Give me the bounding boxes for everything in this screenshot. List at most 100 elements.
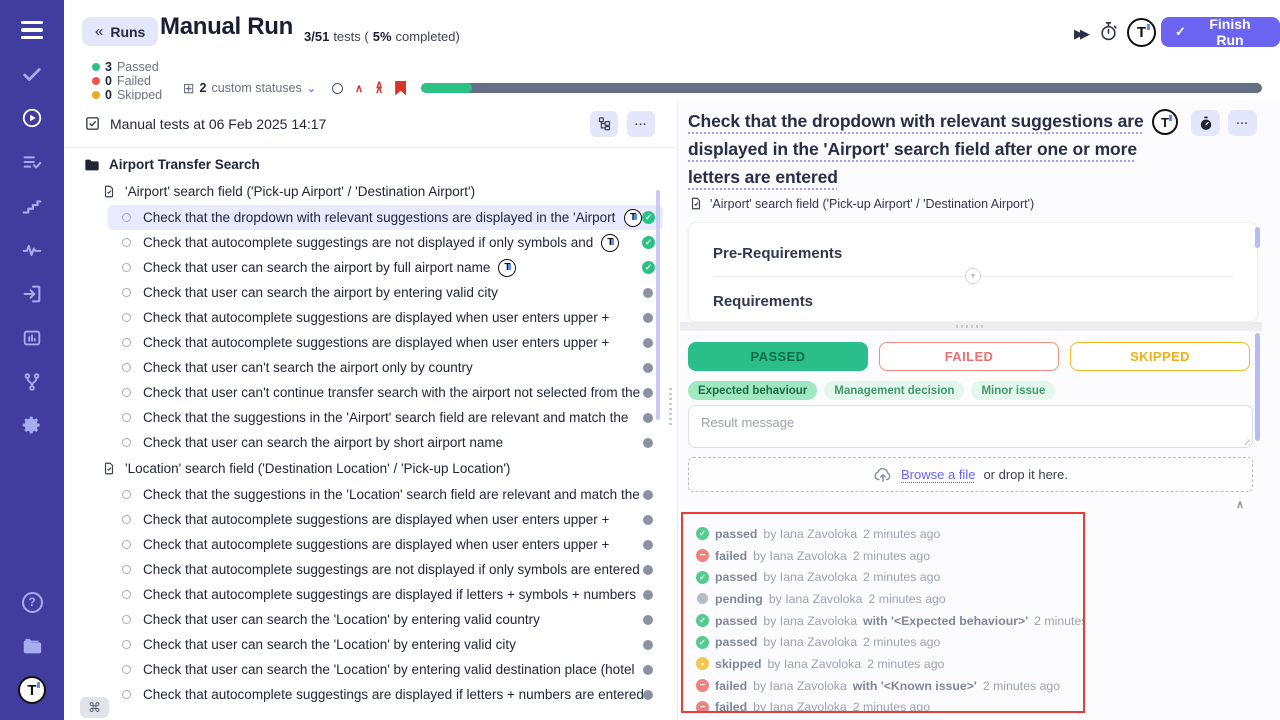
document-icon	[689, 196, 703, 211]
test-radio-icon[interactable]	[122, 263, 131, 272]
tests-check-icon[interactable]	[12, 54, 52, 94]
drop-hint-label: or drop it here.	[983, 467, 1068, 482]
test-radio-icon[interactable]	[122, 438, 131, 447]
branch-icon[interactable]	[12, 362, 52, 402]
test-status-icon	[643, 490, 653, 500]
priority-up-icon[interactable]: ∧	[355, 82, 363, 95]
tree-test-row[interactable]: Check that user can't search the airport…	[108, 355, 663, 380]
tree-test-row[interactable]: Check that autocomplete suggestings are …	[108, 230, 663, 255]
fast-forward-icon[interactable]: ▶▶	[1074, 26, 1086, 42]
file-dropzone[interactable]: Browse a file or drop it here.	[688, 457, 1253, 492]
custom-statuses-toggle[interactable]: ⊞ 2 custom statuses ⌄	[183, 80, 316, 97]
result-tag[interactable]: Minor issue	[971, 381, 1055, 400]
test-title[interactable]: Check that the dropdown with relevant su…	[688, 107, 1170, 191]
skipped-button[interactable]: SKIPPED	[1070, 342, 1250, 371]
test-radio-icon[interactable]	[122, 665, 131, 674]
finish-run-button[interactable]: ✓ Finish Run	[1161, 17, 1280, 47]
tree-folder-row[interactable]: Airport Transfer Search	[64, 151, 677, 178]
test-suite-breadcrumb[interactable]: 'Airport' search field ('Pick-up Airport…	[689, 196, 1034, 211]
tree-view-button[interactable]	[590, 111, 618, 137]
tree-test-row[interactable]: Check that autocomplete suggestions are …	[108, 507, 663, 532]
detail-resize-strip[interactable]	[680, 322, 1262, 331]
testomat-logo[interactable]: T	[12, 670, 52, 710]
tests-count: 3/51	[304, 29, 329, 44]
testomat-header-logo[interactable]: T	[1127, 18, 1156, 47]
page-title: Manual Run	[160, 13, 293, 41]
tree-test-row[interactable]: Check that autocomplete suggestings are …	[108, 682, 663, 707]
tree-more-button[interactable]: ...	[627, 111, 655, 137]
back-to-runs-button[interactable]: « Runs	[82, 17, 158, 46]
test-radio-icon[interactable]	[122, 338, 131, 347]
result-tag[interactable]: Management decision	[824, 381, 964, 400]
test-radio-icon[interactable]	[122, 313, 131, 322]
stopwatch-icon[interactable]	[1099, 21, 1118, 42]
activity-entry: passed by Iana Zavoloka with '<Expected …	[696, 610, 1083, 632]
tree-test-row[interactable]: Check that the dropdown with relevant su…	[108, 205, 663, 230]
detail-scrollbar-bottom[interactable]	[1255, 333, 1260, 441]
test-plans-icon[interactable]	[12, 142, 52, 182]
test-radio-icon[interactable]	[122, 413, 131, 422]
test-radio-icon[interactable]	[122, 515, 131, 524]
tree-test-row[interactable]: Check that user can search the airport b…	[108, 255, 663, 280]
tree-test-row[interactable]: Check that autocomplete suggestings are …	[108, 557, 663, 582]
test-radio-icon[interactable]	[122, 615, 131, 624]
run-play-icon[interactable]	[12, 98, 52, 138]
test-radio-icon[interactable]	[122, 490, 131, 499]
run-progress-bar[interactable]	[421, 83, 1262, 93]
timer-button[interactable]	[1191, 110, 1220, 136]
tree-test-row[interactable]: Check that user can't continue transfer …	[108, 380, 663, 405]
double-chevron-left-icon: «	[95, 23, 103, 40]
result-tag[interactable]: Expected behaviour	[688, 381, 817, 400]
test-status-icon	[643, 590, 653, 600]
passed-button[interactable]: PASSED	[688, 342, 868, 371]
test-radio-icon[interactable]	[122, 388, 131, 397]
tree-test-row[interactable]: Check that autocomplete suggestions are …	[108, 305, 663, 330]
tree-test-row[interactable]: Check that user can search the 'Location…	[108, 607, 663, 632]
tree-test-row[interactable]: Check that autocomplete suggestions are …	[108, 330, 663, 355]
tree-test-row[interactable]: Check that the suggestions in the 'Locat…	[108, 482, 663, 507]
import-icon[interactable]	[12, 274, 52, 314]
test-status-icon	[643, 413, 653, 423]
tree-test-row[interactable]: Check that the suggestions in the 'Airpo…	[108, 405, 663, 430]
test-radio-icon[interactable]	[122, 565, 131, 574]
test-radio-icon[interactable]	[122, 363, 131, 372]
browse-file-link[interactable]: Browse a file	[901, 467, 975, 482]
tree-test-row[interactable]: Check that user can search the airport b…	[108, 430, 663, 455]
tree-test-row[interactable]: Check that autocomplete suggestions are …	[108, 532, 663, 557]
milestones-steps-icon[interactable]	[12, 186, 52, 226]
collapse-section-icon[interactable]: ▼	[965, 268, 981, 284]
help-icon[interactable]: ?	[12, 582, 52, 622]
tree-test-row[interactable]: Check that user can search the airport b…	[108, 280, 663, 305]
failed-button[interactable]: FAILED	[879, 342, 1059, 371]
result-message-input[interactable]	[688, 405, 1253, 448]
test-radio-icon[interactable]	[122, 213, 131, 222]
test-more-button[interactable]: ...	[1228, 110, 1257, 136]
test-status-icon	[643, 313, 653, 323]
panel-resize-handle[interactable]	[669, 388, 672, 426]
back-to-runs-label: Runs	[110, 24, 145, 40]
detail-scrollbar-top[interactable]	[1255, 227, 1260, 248]
tree-test-row[interactable]: Check that user can search the 'Location…	[108, 632, 663, 657]
pulse-icon[interactable]	[12, 230, 52, 270]
test-radio-icon[interactable]	[122, 640, 131, 649]
ellipsis-icon: ...	[635, 116, 647, 128]
bookmark-icon[interactable]	[395, 81, 406, 96]
settings-gear-icon[interactable]	[12, 406, 52, 446]
projects-folder-icon[interactable]	[12, 626, 52, 666]
test-radio-icon[interactable]	[122, 288, 131, 297]
test-radio-icon[interactable]	[122, 690, 131, 699]
collapse-history-icon[interactable]: ∧	[1236, 498, 1244, 511]
menu-icon[interactable]	[12, 10, 52, 50]
priority-double-up-icon[interactable]: ∧∧	[375, 83, 383, 93]
tree-scrollbar[interactable]	[656, 190, 660, 420]
tree-test-row[interactable]: Check that user can search the 'Location…	[108, 657, 663, 682]
tree-test-row[interactable]: Check that autocomplete suggestings are …	[108, 582, 663, 607]
reports-chart-icon[interactable]	[12, 318, 52, 358]
test-automation-logo[interactable]: T	[1152, 109, 1178, 135]
tree-suite-row[interactable]: 'Airport' search field ('Pick-up Airport…	[64, 178, 677, 205]
test-radio-icon[interactable]	[122, 540, 131, 549]
tree-suite-row[interactable]: 'Location' search field ('Destination Lo…	[64, 455, 677, 482]
test-radio-icon[interactable]	[122, 590, 131, 599]
test-radio-icon[interactable]	[122, 238, 131, 247]
status-circle-icon[interactable]	[332, 83, 343, 94]
